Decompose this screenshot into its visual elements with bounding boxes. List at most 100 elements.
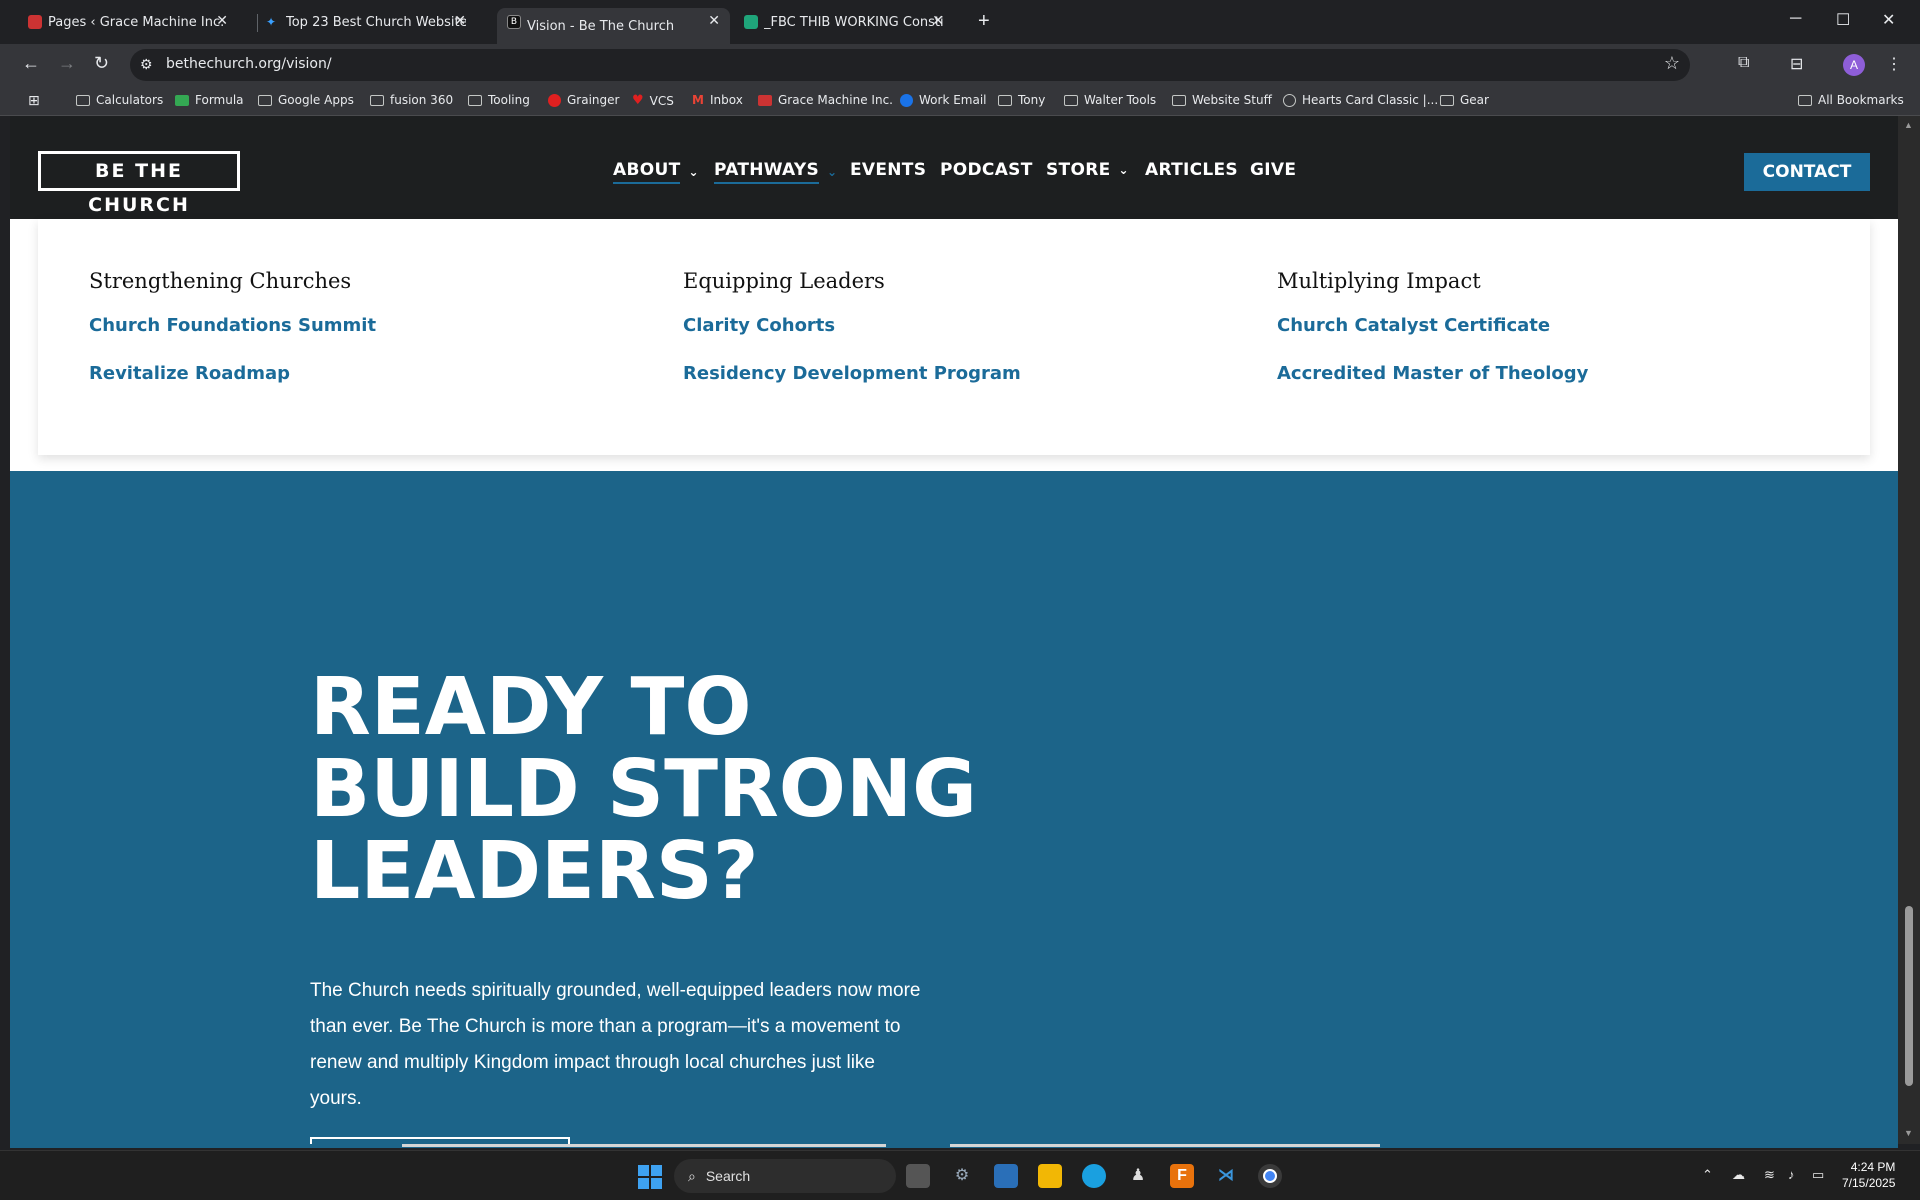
task-view-icon[interactable]	[906, 1164, 930, 1188]
link-church-foundations-summit[interactable]: Church Foundations Summit	[89, 315, 376, 336]
extensions-icon[interactable]: ⧉	[1738, 54, 1749, 72]
clock-time: 4:24 PM	[1850, 1160, 1896, 1174]
bookmark-gear[interactable]: Gear	[1440, 93, 1489, 107]
nav-podcast[interactable]: PODCAST	[940, 160, 1033, 180]
cta-section: READY TO BUILD STRONG LEADERS? The Churc…	[10, 471, 1898, 1144]
page-viewport: BE THE CHURCH ABOUT ⌄ PATHWAYS ⌄ EVENTS …	[10, 116, 1898, 1144]
nav-articles[interactable]: ARTICLES	[1145, 160, 1238, 180]
sparkle-favicon-icon: ✦	[266, 15, 277, 29]
nav-events[interactable]: EVENTS	[850, 160, 926, 180]
bookmark-label: Tooling	[488, 93, 530, 107]
grainger-icon	[548, 93, 561, 107]
cta-heading: READY TO BUILD STRONG LEADERS?	[310, 666, 1070, 912]
link-church-catalyst-certificate[interactable]: Church Catalyst Certificate	[1277, 315, 1550, 336]
bookmark-inbox[interactable]: M Inbox	[692, 93, 743, 107]
tab-fbc-constitution[interactable]: _FBC THIB WORKING Constitution ✕	[734, 8, 954, 36]
nav-store[interactable]: STORE ⌄	[1046, 160, 1129, 180]
grace-machine-favicon-icon	[28, 15, 42, 29]
bookmark-walter-tools[interactable]: Walter Tools	[1064, 93, 1156, 107]
bookmark-label: Inbox	[709, 93, 743, 107]
url-text[interactable]: bethechurch.org/vision/	[166, 56, 332, 72]
file-explorer-icon[interactable]	[1038, 1164, 1062, 1188]
contact-button[interactable]: CONTACT	[1744, 153, 1870, 191]
column-heading-equipping-leaders: Equipping Leaders	[683, 269, 885, 293]
close-tab-icon[interactable]: ✕	[454, 13, 466, 29]
wifi-icon[interactable]: ≋	[1764, 1167, 1775, 1183]
tab-top-23-church-websites[interactable]: ✦ Top 23 Best Church Websites of ✕	[256, 8, 476, 36]
minimize-icon[interactable]: ─	[1790, 10, 1801, 28]
tab-bar: Pages ‹ Grace Machine Inc. — W ✕ ✦ Top 2…	[0, 0, 1920, 44]
nav-pathways[interactable]: PATHWAYS ⌄	[714, 160, 837, 184]
folder-icon	[1064, 94, 1078, 106]
system-clock[interactable]: 4:24 PM 7/15/2025	[1842, 1159, 1895, 1191]
folder-icon	[468, 94, 482, 106]
folder-icon	[998, 94, 1012, 106]
onedrive-icon[interactable]: ☁	[1732, 1167, 1745, 1183]
close-tab-icon[interactable]: ✕	[708, 13, 720, 29]
nav-give[interactable]: GIVE	[1250, 160, 1296, 180]
edge-icon[interactable]	[1082, 1164, 1106, 1188]
bookmark-label: Tony	[1018, 93, 1046, 107]
link-accredited-master-of-theology[interactable]: Accredited Master of Theology	[1277, 363, 1588, 384]
tab-search-icon[interactable]: ⊟	[1790, 54, 1803, 74]
tab-vision-be-the-church[interactable]: B Vision - Be The Church ✕	[497, 8, 730, 44]
bookmark-grainger[interactable]: Grainger	[548, 93, 619, 107]
bookmark-formula[interactable]: Formula	[175, 93, 244, 107]
bookmark-star-icon[interactable]: ☆	[1664, 53, 1680, 74]
bookmark-google-apps[interactable]: Google Apps	[258, 93, 354, 107]
address-bar[interactable]: ⚙ bethechurch.org/vision/ ☆	[130, 49, 1690, 81]
scrollbar-thumb[interactable]	[1905, 906, 1913, 1086]
close-tab-icon[interactable]: ✕	[216, 13, 228, 29]
chrome-icon[interactable]	[1258, 1164, 1282, 1188]
settings-gear-icon[interactable]: ⚙	[950, 1164, 974, 1188]
photos-icon[interactable]	[994, 1164, 1018, 1188]
link-revitalize-roadmap[interactable]: Revitalize Roadmap	[89, 363, 290, 384]
bookmark-grace-machine[interactable]: Grace Machine Inc.	[758, 93, 893, 107]
nav-about[interactable]: ABOUT ⌄	[613, 160, 699, 184]
close-tab-icon[interactable]: ✕	[932, 13, 944, 29]
windows-start-icon[interactable]	[638, 1165, 662, 1189]
folder-icon	[76, 94, 90, 106]
fusion-360-icon[interactable]: F	[1170, 1164, 1194, 1188]
bookmark-label: Google Apps	[278, 93, 354, 107]
close-window-icon[interactable]: ✕	[1882, 10, 1895, 30]
battery-icon[interactable]: ▭	[1812, 1167, 1824, 1183]
bookmark-tooling[interactable]: Tooling	[468, 93, 530, 107]
link-residency-development-program[interactable]: Residency Development Program	[683, 363, 1021, 384]
new-tab-button[interactable]: +	[978, 10, 990, 33]
forward-arrow-icon[interactable]: →	[58, 53, 76, 74]
folder-icon	[1798, 94, 1812, 106]
site-header: BE THE CHURCH ABOUT ⌄ PATHWAYS ⌄ EVENTS …	[10, 116, 1898, 219]
volume-icon[interactable]: ♪	[1788, 1167, 1795, 1182]
site-logo[interactable]: BE THE CHURCH	[38, 151, 240, 216]
cta-button[interactable]	[310, 1137, 570, 1144]
menu-kebab-icon[interactable]: ⋮	[1886, 54, 1902, 74]
bookmark-hearts-card-classic[interactable]: Hearts Card Classic |...	[1283, 93, 1438, 107]
app-figure-icon[interactable]: ♟	[1126, 1164, 1150, 1188]
heart-icon: ♥	[632, 93, 644, 108]
vertical-scrollbar[interactable]: ▲ ▼	[1898, 116, 1920, 1144]
reload-icon[interactable]: ↻	[94, 53, 109, 74]
tab-pages-grace-machine[interactable]: Pages ‹ Grace Machine Inc. — W ✕	[18, 8, 238, 36]
scroll-up-arrow-icon[interactable]: ▲	[1904, 120, 1913, 130]
maximize-icon[interactable]: ☐	[1836, 10, 1850, 30]
all-bookmarks[interactable]: All Bookmarks	[1798, 93, 1904, 107]
nav-label: ABOUT	[613, 160, 681, 184]
bookmark-fusion-360[interactable]: fusion 360	[370, 93, 453, 107]
vscode-icon[interactable]: ⋊	[1214, 1164, 1238, 1188]
site-info-icon[interactable]: ⚙	[140, 56, 153, 73]
taskbar-search[interactable]: ⌕ Search	[674, 1159, 896, 1193]
bookmark-vcs[interactable]: ♥ VCS	[632, 93, 674, 108]
bookmark-calculators[interactable]: Calculators	[76, 93, 163, 107]
link-clarity-cohorts[interactable]: Clarity Cohorts	[683, 315, 835, 336]
tab-title: Pages ‹ Grace Machine Inc. — W	[48, 14, 228, 30]
folder-icon	[1172, 94, 1186, 106]
apps-grid-icon[interactable]: ⊞	[28, 93, 40, 109]
chevron-up-icon[interactable]: ⌃	[1702, 1167, 1713, 1183]
bookmark-website-stuff[interactable]: Website Stuff	[1172, 93, 1272, 107]
scroll-down-arrow-icon[interactable]: ▼	[1904, 1128, 1913, 1138]
profile-avatar[interactable]: A	[1843, 54, 1865, 76]
back-arrow-icon[interactable]: ←	[22, 53, 40, 74]
bookmark-work-email[interactable]: Work Email	[900, 93, 987, 107]
bookmark-tony[interactable]: Tony	[998, 93, 1045, 107]
